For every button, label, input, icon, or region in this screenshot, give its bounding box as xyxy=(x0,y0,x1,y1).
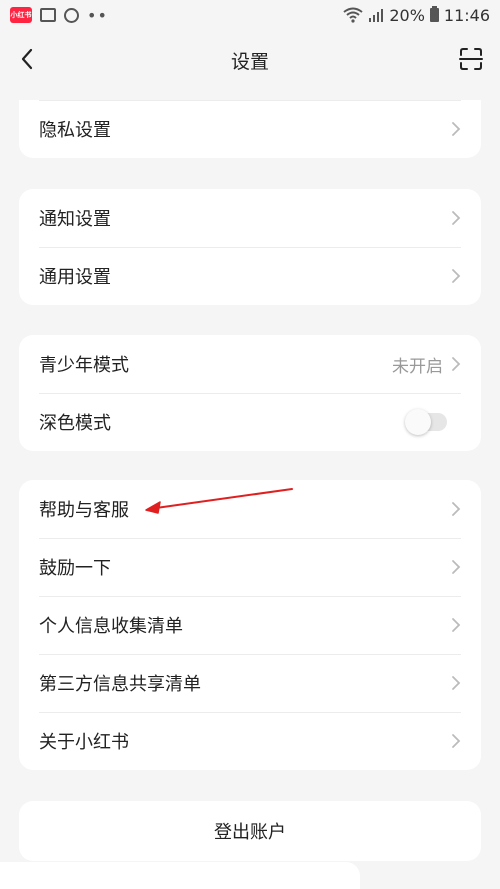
page-title: 设置 xyxy=(230,50,269,73)
clock: 11:46 xyxy=(443,5,490,25)
settings-group-modes: 青少年模式 未开启 深色模式 xyxy=(19,335,481,451)
logout-button[interactable]: 登出账户 xyxy=(19,801,481,861)
settings-item-encourage[interactable]: 鼓励一下 xyxy=(19,538,481,596)
chevron-right-icon xyxy=(452,357,461,371)
settings-item-about[interactable]: 关于小红书 xyxy=(19,712,481,770)
navigation-bar: 设置 xyxy=(0,30,500,90)
app-notification-icon: 小红书 xyxy=(10,7,32,23)
settings-item-teen-mode[interactable]: 青少年模式 未开启 xyxy=(19,335,481,393)
settings-item-label: 深色模式 xyxy=(39,413,111,434)
chevron-left-icon xyxy=(21,48,33,70)
settings-item-dark-mode: 深色模式 xyxy=(19,393,481,451)
settings-group-privacy: 隐私设置 xyxy=(19,100,481,158)
settings-item-general[interactable]: 通用设置 xyxy=(19,247,481,305)
toggle-knob xyxy=(405,409,431,435)
settings-item-label: 关于小红书 xyxy=(39,732,129,753)
scan-button[interactable] xyxy=(456,44,486,74)
logout-label: 登出账户 xyxy=(214,822,286,843)
chevron-right-icon xyxy=(452,269,461,283)
scan-icon xyxy=(459,48,483,70)
settings-group-help: 帮助与客服 鼓励一下 个人信息收集清单 第三方信息共享清单 关于小红书 xyxy=(19,480,481,770)
settings-item-label: 通用设置 xyxy=(39,267,111,288)
settings-item-personal-info-list[interactable]: 个人信息收集清单 xyxy=(19,596,481,654)
settings-item-label: 鼓励一下 xyxy=(39,558,111,579)
settings-group-notification: 通知设置 通用设置 xyxy=(19,189,481,305)
battery-percent: 20% xyxy=(389,5,425,25)
settings-item-notification[interactable]: 通知设置 xyxy=(19,189,481,247)
bottom-sheet-edge xyxy=(0,862,360,889)
image-icon xyxy=(40,8,56,22)
battery-icon xyxy=(429,6,439,22)
settings-item-label: 个人信息收集清单 xyxy=(39,616,183,637)
chevron-right-icon xyxy=(452,560,461,574)
signal-icon xyxy=(369,9,384,22)
settings-item-label: 隐私设置 xyxy=(39,120,111,141)
account-icon xyxy=(64,7,79,23)
status-bar: 小红书 •• 20% 11:46 xyxy=(0,0,500,30)
settings-item-label: 通知设置 xyxy=(39,209,111,230)
more-notifications-icon: •• xyxy=(87,5,108,25)
chevron-right-icon xyxy=(452,502,461,516)
wifi-icon xyxy=(343,7,363,23)
chevron-right-icon xyxy=(452,734,461,748)
dark-mode-toggle[interactable] xyxy=(405,409,447,435)
settings-item-label: 青少年模式 xyxy=(39,355,129,376)
teen-mode-status: 未开启 xyxy=(392,356,443,377)
settings-item-third-party-sharing[interactable]: 第三方信息共享清单 xyxy=(19,654,481,712)
chevron-right-icon xyxy=(452,618,461,632)
settings-item-label: 帮助与客服 xyxy=(39,500,129,521)
back-button[interactable] xyxy=(12,44,42,74)
settings-item-privacy[interactable]: 隐私设置 xyxy=(19,100,481,158)
divider xyxy=(39,100,461,101)
settings-item-label: 第三方信息共享清单 xyxy=(39,674,201,695)
chevron-right-icon xyxy=(452,122,461,136)
settings-item-help[interactable]: 帮助与客服 xyxy=(19,480,481,538)
chevron-right-icon xyxy=(452,676,461,690)
chevron-right-icon xyxy=(452,211,461,225)
